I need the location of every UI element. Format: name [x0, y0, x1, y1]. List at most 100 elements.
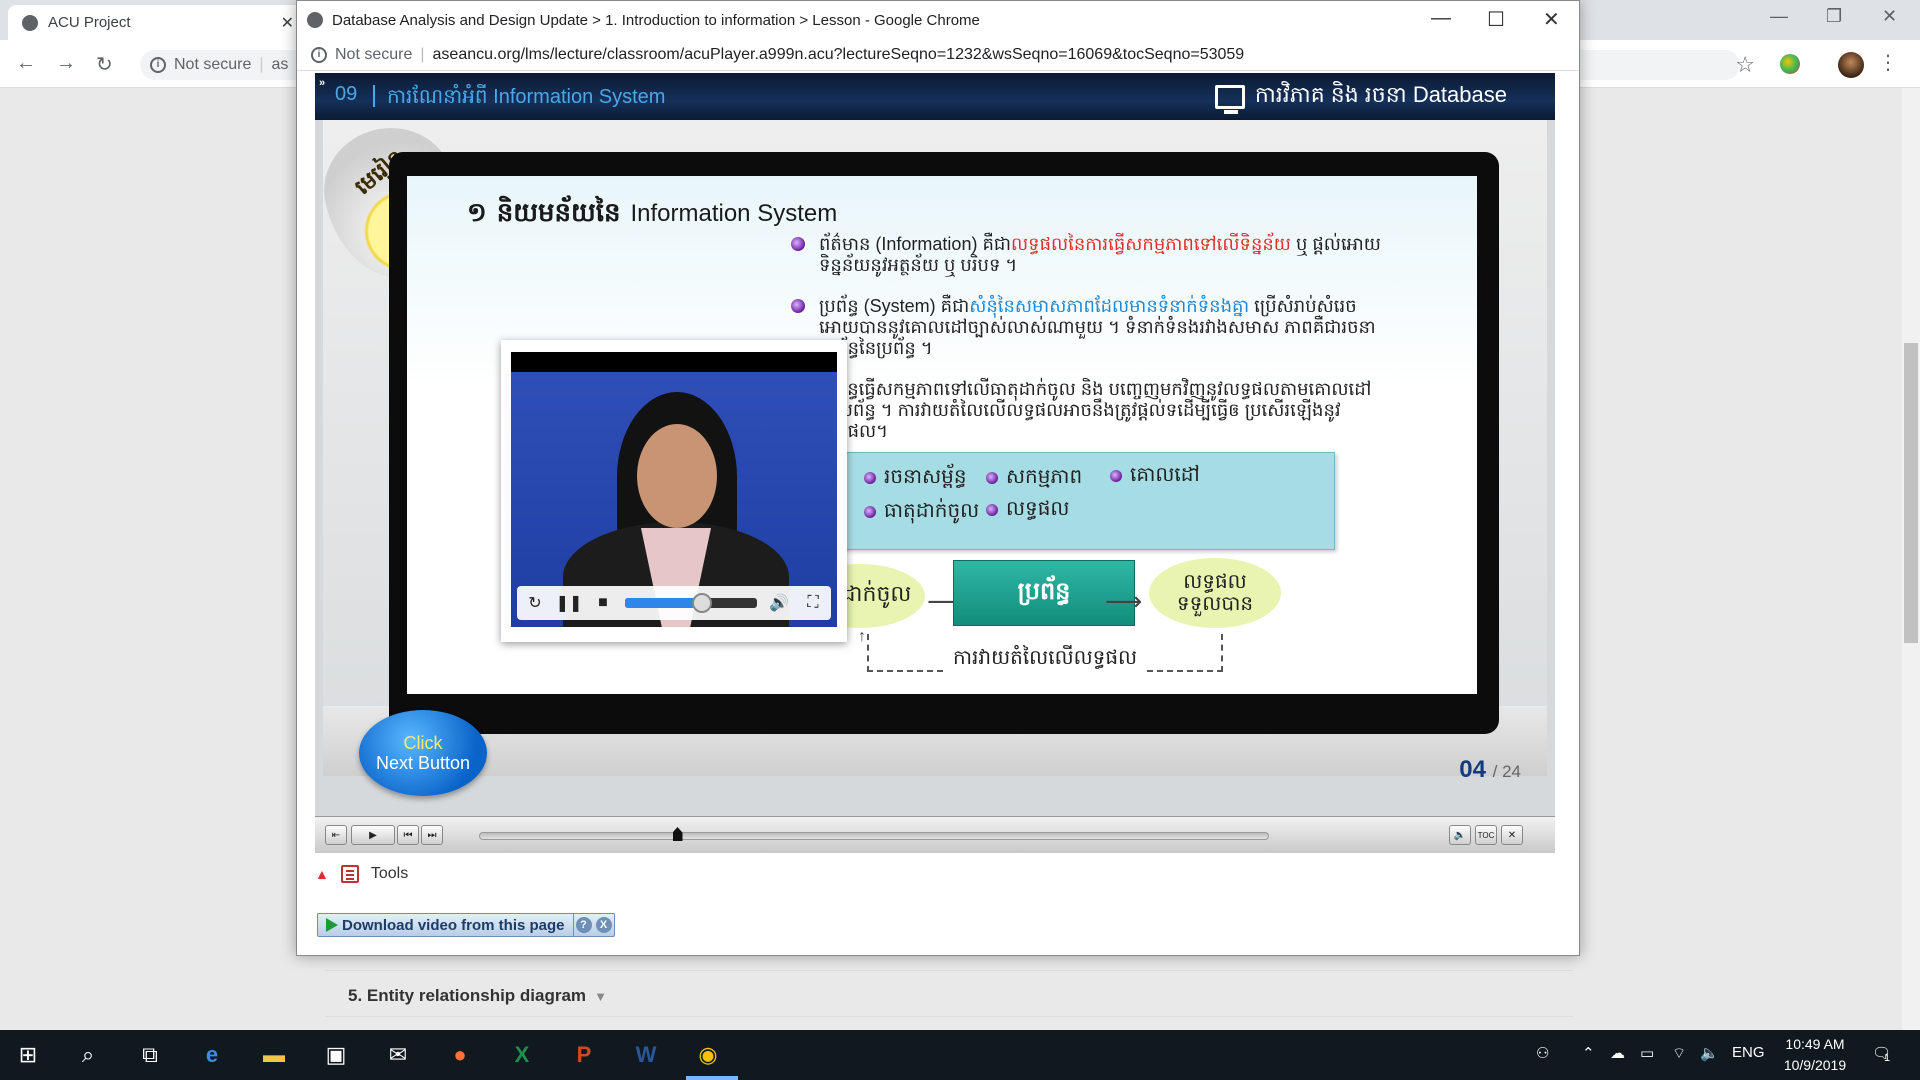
file-explorer-icon[interactable]: ▬ [258, 1039, 290, 1071]
concept-item: សកម្មភាព [986, 463, 1082, 493]
replay-icon[interactable]: ↻ [523, 591, 547, 615]
lesson-progress-bar[interactable] [479, 827, 1269, 841]
concept-item: គោលដៅ [1110, 461, 1200, 491]
chrome-menu-icon[interactable]: ⋮ [1878, 50, 1898, 75]
download-video-label: Download video from this page [342, 916, 565, 934]
download-video-button[interactable]: Download video from this page [318, 914, 574, 936]
lesson-player: » 09 ការណែនាំអំពី Information System ការ… [315, 73, 1555, 853]
clock-time: 10:49 AM [1785, 1036, 1845, 1052]
page-row-divider [325, 1016, 1573, 1017]
exit-icon[interactable]: ⇤ [325, 825, 347, 845]
flow-output-line: ទទួលបាន [1176, 593, 1254, 615]
word-icon[interactable]: W [630, 1039, 662, 1071]
flow-output: លទ្ធផល ទទួលបាន [1149, 558, 1281, 628]
volume-icon[interactable]: 🔊 [767, 591, 791, 615]
slide-screen: ១ និយមន័យនៃ Information System ព័ត៌មាន (… [407, 176, 1477, 694]
powerpoint-icon[interactable]: P [568, 1039, 600, 1071]
battery-icon[interactable]: ▭ [1640, 1044, 1654, 1062]
lesson-title: ការណែនាំអំពី Information System [387, 86, 666, 108]
bullet-dot-icon [791, 237, 805, 251]
help-icon[interactable]: ? [575, 917, 592, 933]
forward-icon[interactable]: → [56, 52, 76, 75]
click-next-line: Click [403, 733, 443, 753]
fullscreen-icon[interactable]: ⛶ [801, 591, 825, 615]
show-hidden-icons[interactable]: ⌃ [1582, 1044, 1595, 1062]
slide-bullet: ប្រព័ន្ធ (System) គឺជាសំនុំនៃសមាសភាពដែលម… [787, 296, 1387, 359]
next-icon[interactable]: ⏭ [421, 825, 443, 845]
restore-icon[interactable]: ❐ [1826, 6, 1842, 27]
taskbar-clock[interactable]: 10:49 AM 10/9/2019 [1770, 1034, 1860, 1076]
bullet-text: ព័ត៌មាន (Information) គឺជា [819, 234, 1012, 254]
store-icon[interactable]: ▣ [320, 1039, 352, 1071]
slide-bullet: ព័ត៌មាន (Information) គឺជាលទ្ធផលនៃការធ្វ… [787, 234, 1387, 276]
page-scrollbar[interactable] [1902, 88, 1920, 1030]
mail-icon[interactable]: ✉ [382, 1039, 414, 1071]
lesson-popup-window: Database Analysis and Design Update > 1.… [296, 0, 1580, 956]
popup-minimize-icon[interactable]: — [1431, 7, 1451, 30]
section-item-label: 5. Entity relationship diagram [348, 986, 587, 1005]
pause-icon[interactable]: ❚❚ [556, 591, 583, 615]
close-icon[interactable]: ✕ [1501, 825, 1523, 845]
volume-icon[interactable]: 🔈 [1449, 825, 1471, 845]
excel-icon[interactable]: X [506, 1039, 538, 1071]
notification-count: 1 [1884, 1052, 1891, 1064]
header-divider [373, 85, 375, 107]
video-seek-handle[interactable] [691, 593, 712, 613]
bullet-text: ប្រព័ន្ធធ្វើសកម្មភាពទៅលើធាតុដាក់ចូល និង … [819, 379, 1372, 441]
people-icon[interactable]: ⚇ [1536, 1044, 1549, 1062]
concept-box: រចនាសម្ព័ន្ធ សកម្មភាព គោលដៅ ធាតុដាក់ចូល … [821, 452, 1335, 550]
bookmark-star-icon[interactable]: ☆ [1735, 52, 1755, 78]
page-row-divider [325, 970, 1573, 971]
collapse-up-icon[interactable]: ▲ [315, 866, 329, 882]
tools-label[interactable]: Tools [371, 865, 408, 883]
wifi-icon[interactable]: ⌔ [1672, 1044, 1686, 1063]
chrome-active-indicator [686, 1076, 738, 1080]
expand-toggle-icon[interactable]: » [319, 77, 335, 93]
speaker-icon[interactable]: 🔈 [1700, 1044, 1719, 1062]
info-icon: i [311, 46, 327, 63]
task-view-icon[interactable]: ⧉ [134, 1039, 166, 1071]
presenter-face [637, 424, 717, 528]
play-button[interactable]: ▶ [351, 825, 395, 845]
firefox-icon[interactable]: ● [444, 1039, 476, 1071]
search-icon[interactable]: ⌕ [72, 1039, 104, 1071]
minimize-icon[interactable]: — [1770, 6, 1788, 27]
bullet-dot-icon [986, 472, 998, 484]
background-tab[interactable]: ACU Project ✕ [8, 5, 308, 40]
edge-icon[interactable]: e [196, 1039, 228, 1071]
language-indicator[interactable]: ENG [1732, 1044, 1765, 1061]
page-scrollbar-thumb[interactable] [1904, 343, 1918, 643]
video-seek-bar[interactable] [625, 593, 757, 613]
section-item-entity-relationship[interactable]: 5. Entity relationship diagram ▼ [348, 986, 607, 1006]
concept-item: រចនាសម្ព័ន្ធ [864, 463, 967, 493]
lesson-number: 09 [335, 83, 358, 105]
chrome-icon[interactable]: ◉ [692, 1039, 724, 1071]
close-window-icon[interactable]: ✕ [1882, 6, 1897, 27]
presenter-video[interactable]: ↻ ❚❚ ■ 🔊 ⛶ [511, 352, 837, 627]
background-address-text: as [271, 56, 289, 73]
close-icon[interactable]: X [595, 917, 612, 933]
popup-maximize-icon[interactable]: ☐ [1487, 7, 1505, 32]
address-separator: | [259, 56, 264, 73]
windows-start-icon[interactable]: ⊞ [12, 1039, 44, 1071]
reload-icon[interactable]: ↻ [96, 52, 113, 77]
info-icon: i [150, 57, 166, 73]
lesson-progress-handle[interactable] [672, 827, 683, 841]
course-title: ការវិភាគ និង រចនា Database [1254, 82, 1507, 107]
arrow-right-icon: ⟶ [1105, 586, 1143, 616]
popup-address-bar[interactable]: i Not secure | aseancu.org/lms/lecture/c… [297, 39, 1579, 71]
feedback-label: ការវាយតំលៃលើលទ្ធផល [947, 644, 1144, 674]
popup-close-icon[interactable]: ✕ [1543, 7, 1560, 32]
previous-icon[interactable]: ⏮ [397, 825, 419, 845]
back-icon[interactable]: ← [16, 52, 36, 75]
extension-icon[interactable] [1780, 54, 1800, 74]
onedrive-icon[interactable]: ☁ [1610, 1044, 1625, 1062]
windows-taskbar: ⊞ ⌕ ⧉ e ▬ ▣ ✉ ● X P W ◉ ⚇ ⌃ ☁ ▭ ⌔ 🔈 ENG … [0, 1030, 1920, 1080]
toc-button[interactable]: TOC [1475, 825, 1497, 845]
close-tab-icon[interactable]: ✕ [281, 13, 294, 33]
profile-avatar[interactable] [1838, 52, 1864, 78]
player-control-bar: ⇤ ▶ ⏮ ⏭ 🔈 TOC ✕ [315, 816, 1555, 853]
click-next-button[interactable]: Click Next Button [359, 710, 487, 796]
address-separator: | [420, 45, 425, 63]
stop-icon[interactable]: ■ [591, 591, 615, 615]
